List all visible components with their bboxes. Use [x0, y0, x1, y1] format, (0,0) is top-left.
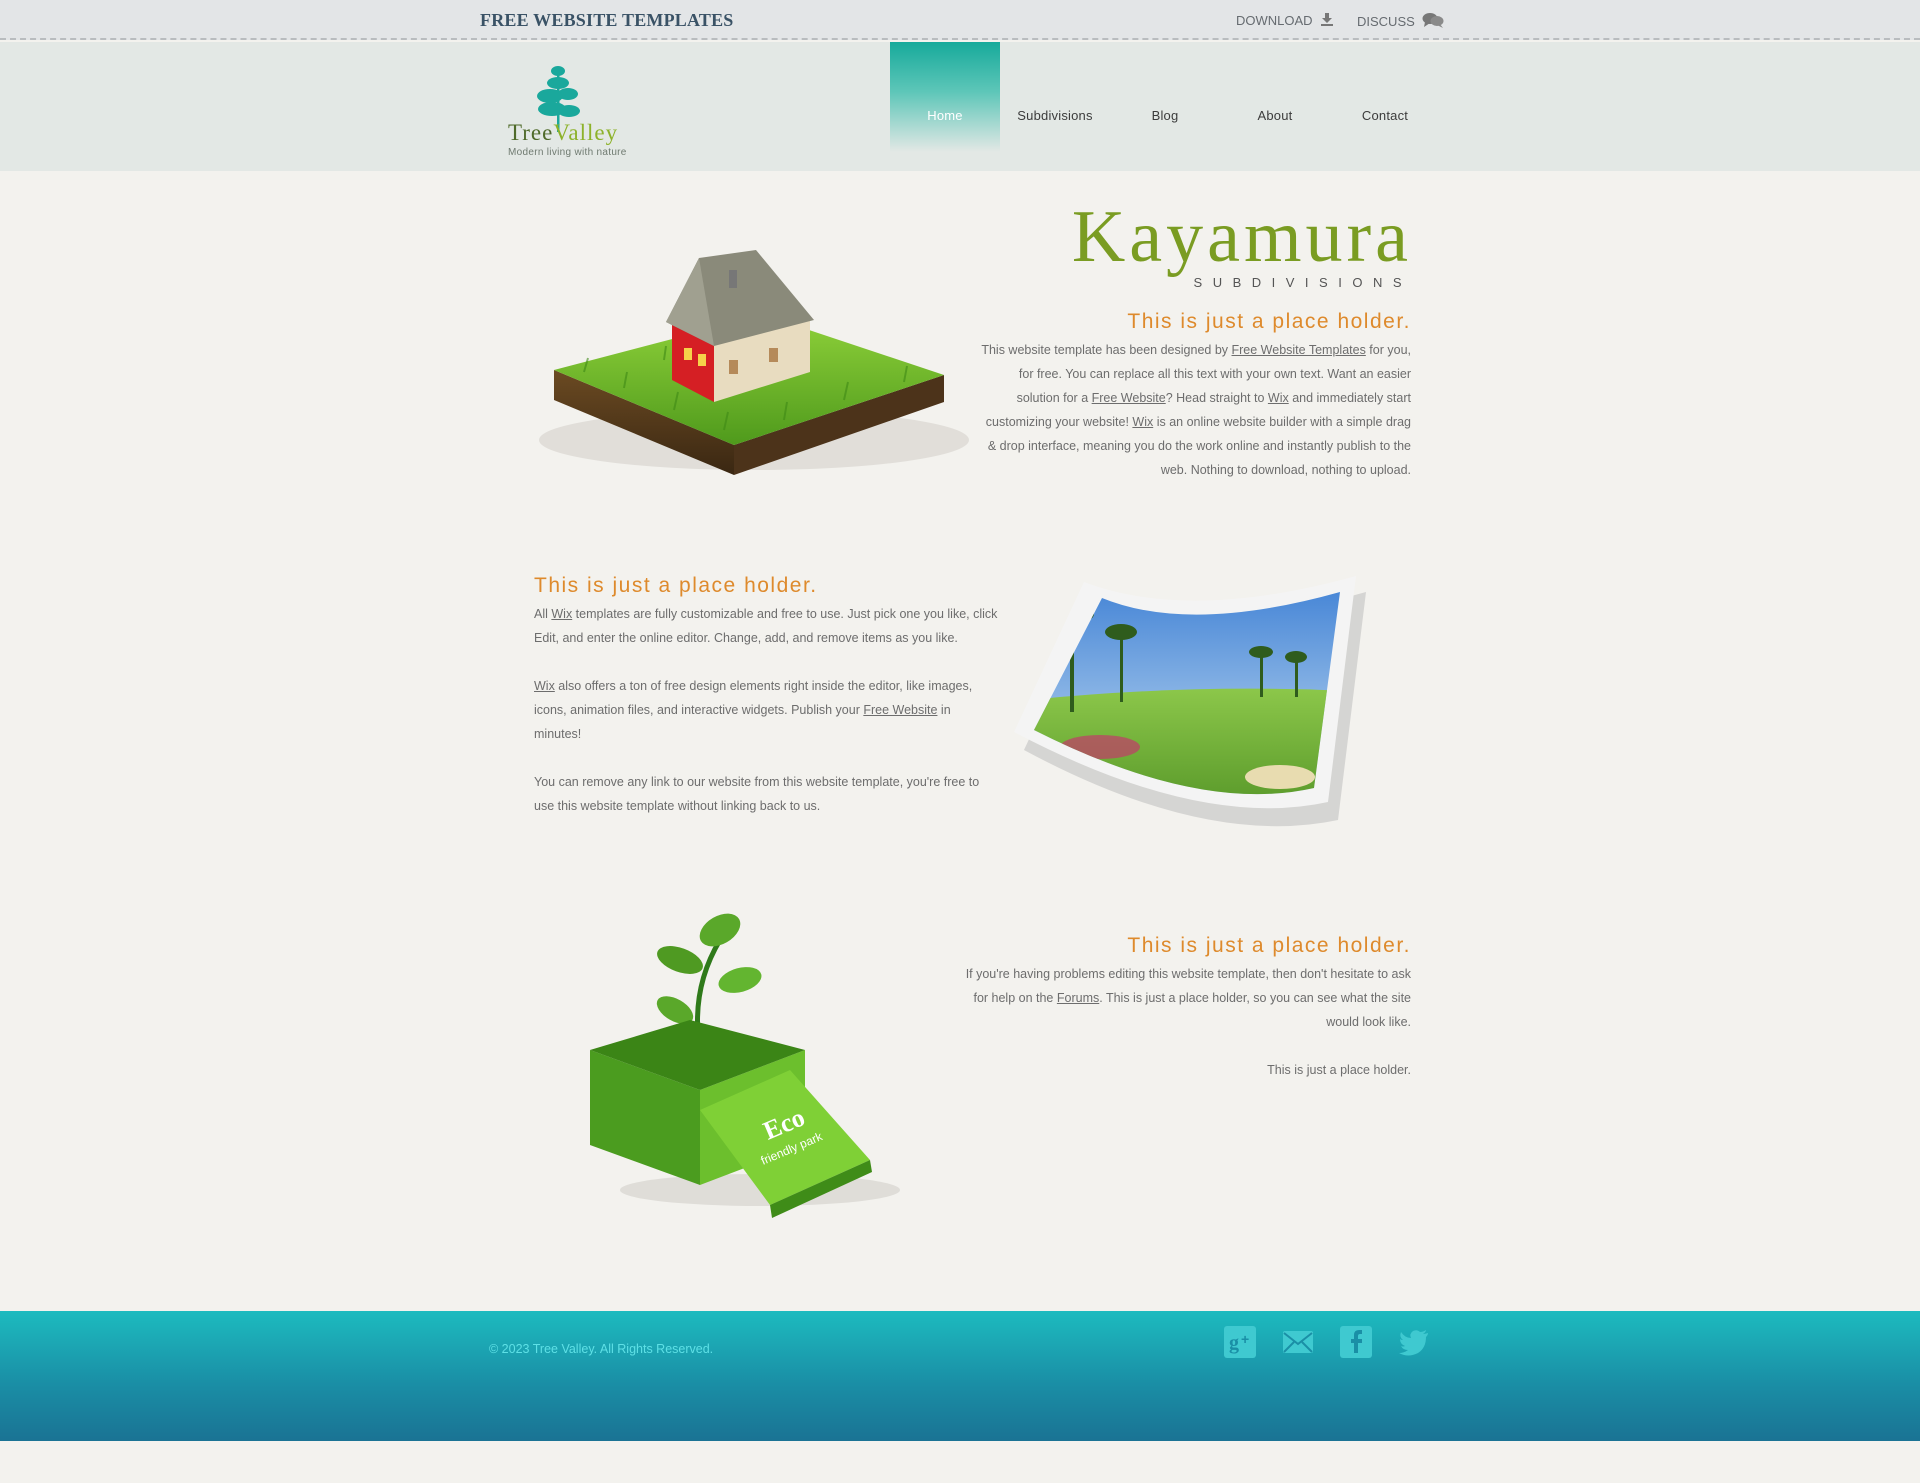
download-link[interactable]: DOWNLOAD [1236, 12, 1334, 29]
discuss-link[interactable]: DISCUSS [1357, 12, 1444, 31]
twitter-icon[interactable] [1398, 1326, 1430, 1358]
download-label: DOWNLOAD [1236, 13, 1313, 28]
hero-title-block: Kayamura SUBDIVISIONS [1000, 200, 1412, 290]
hero-subtitle: SUBDIVISIONS [1193, 275, 1412, 290]
social-links: g + [1224, 1326, 1430, 1358]
nav-item-home[interactable]: Home [890, 42, 1000, 152]
section-2: This is just a place holder. All Wix tem… [534, 574, 998, 818]
text-span: . This is just a place holder, so you ca… [1099, 991, 1411, 1029]
mail-icon[interactable] [1282, 1326, 1314, 1358]
svg-text:g: g [1229, 1332, 1239, 1354]
free-website-link[interactable]: Free Website [863, 703, 937, 717]
logo-tagline: Modern living with nature [508, 147, 627, 158]
speech-bubbles-icon [1422, 12, 1444, 31]
wix-link[interactable]: Wix [534, 679, 555, 693]
top-bar: FREE WEBSITE TEMPLATES DOWNLOAD DISCUSS [0, 0, 1920, 40]
svg-text:+: + [1241, 1331, 1249, 1347]
download-arrow-icon [1320, 12, 1334, 29]
copyright-text: © 2023 Tree Valley. All Rights Reserved. [489, 1342, 714, 1356]
nav-item-about[interactable]: About [1220, 42, 1330, 152]
text-span: ? Head straight to [1165, 391, 1268, 405]
section-2-heading: This is just a place holder. [534, 574, 818, 597]
free-website-templates-link[interactable]: Free Website Templates [1232, 343, 1366, 357]
google-plus-icon[interactable]: g + [1224, 1326, 1256, 1358]
section-3-paragraph-1: If you're having problems editing this w… [960, 962, 1411, 1034]
section-2-paragraph-3: You can remove any link to our website f… [534, 775, 980, 813]
hero-title: Kayamura [1071, 196, 1412, 278]
nav-item-subdivisions[interactable]: Subdivisions [1000, 42, 1110, 152]
section-3: This is just a place holder. If you're h… [960, 934, 1411, 1082]
section-1: This is just a place holder. This websit… [976, 310, 1411, 482]
nav-item-contact[interactable]: Contact [1330, 42, 1440, 152]
eco-box-plant-image: Eco friendly park [580, 900, 900, 1225]
section-2-paragraph-1: All Wix templates are fully customizable… [534, 602, 998, 650]
section-3-heading: This is just a place holder. [1127, 934, 1411, 957]
facebook-icon[interactable] [1340, 1326, 1372, 1358]
wix-link[interactable]: Wix [1132, 415, 1153, 429]
text-span: This website template has been designed … [981, 343, 1232, 357]
wix-link[interactable]: Wix [551, 607, 572, 621]
forums-link[interactable]: Forums [1057, 991, 1099, 1005]
house-on-grass-image [524, 250, 984, 495]
section-3-paragraph-2: This is just a place holder. [1267, 1063, 1411, 1077]
logo-name-part1: Tree [508, 120, 554, 145]
section-2-paragraph-2: Wix also offers a ton of free design ele… [534, 674, 998, 746]
site-header: TreeValley Modern living with nature Hom… [0, 42, 1920, 171]
discuss-label: DISCUSS [1357, 14, 1415, 29]
free-website-link[interactable]: Free Website [1092, 391, 1166, 405]
site-brand-banner[interactable]: FREE WEBSITE TEMPLATES [480, 10, 733, 31]
text-span: templates are fully customizable and fre… [534, 607, 998, 645]
golf-course-photo [1010, 572, 1370, 837]
wix-link[interactable]: Wix [1268, 391, 1289, 405]
site-logo[interactable]: TreeValley Modern living with nature [508, 64, 648, 164]
main-nav: Home Subdivisions Blog About Contact [890, 42, 1440, 171]
section-1-heading: This is just a place holder. [1127, 310, 1411, 333]
section-1-paragraph: This website template has been designed … [976, 338, 1411, 482]
logo-name-part2: Valley [553, 120, 619, 145]
logo-name: TreeValley [508, 120, 618, 146]
site-footer: © 2023 Tree Valley. All Rights Reserved.… [0, 1311, 1920, 1441]
text-span: All [534, 607, 552, 621]
nav-item-blog[interactable]: Blog [1110, 42, 1220, 152]
